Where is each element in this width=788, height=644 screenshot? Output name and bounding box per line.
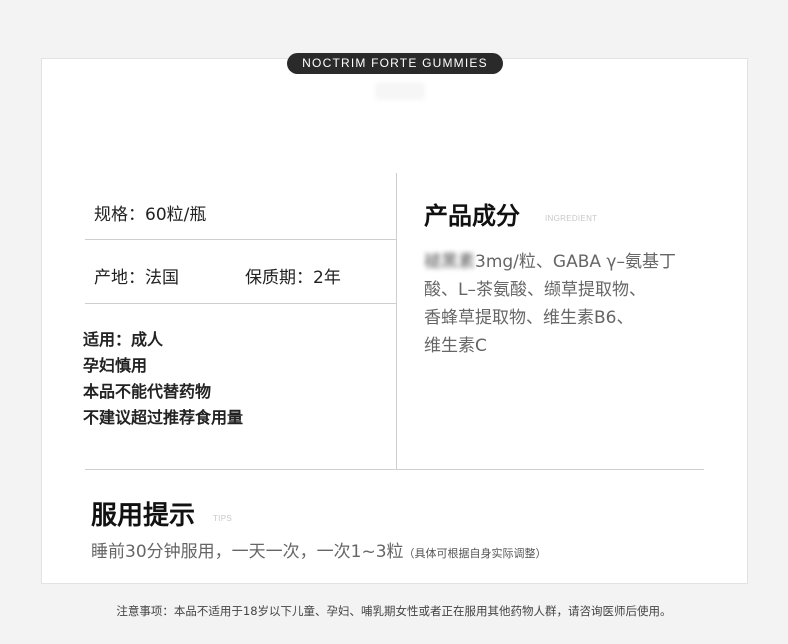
tips-title: 服用提示 <box>91 501 196 531</box>
usage-line: 本品不能代替药物 <box>83 382 212 401</box>
ingredients-subtitle: INGREDIENT <box>545 214 598 223</box>
dosage-instructions: 睡前30分钟服用，一天一次，一次1~3粒（具体可根据自身实际调整） <box>91 537 547 562</box>
usage-line: 不建议超过推荐食用量 <box>83 408 244 427</box>
usage-line: 孕妇慎用 <box>83 356 148 375</box>
ingredient-text: 3mg/粒、GABA γ–氨基丁 <box>475 252 676 272</box>
ingredient-line: 维生素C <box>424 336 487 356</box>
ingredient-line: 褪黑素3mg/粒、GABA γ–氨基丁 <box>424 247 676 272</box>
shelf-life-row: 保质期：2年 <box>245 263 341 288</box>
faded-mark <box>375 82 425 100</box>
dosage-note: （具体可根据自身实际调整） <box>403 547 547 560</box>
origin-label: 产地： <box>94 268 145 288</box>
origin-row: 产地：法国 <box>94 263 179 288</box>
tips-subtitle: TIPS <box>213 514 232 523</box>
spec-value: 60粒/瓶 <box>145 205 207 225</box>
dosage-text: 睡前30分钟服用，一天一次，一次1~3粒 <box>91 542 404 562</box>
shelf-life-value: 2年 <box>313 268 341 288</box>
ingredients-title: 产品成分 <box>424 202 520 230</box>
product-name-badge: NOCTRIM FORTE GUMMIES <box>287 53 503 74</box>
usage-line: 适用：成人 <box>83 330 164 349</box>
spec-label: 规格： <box>94 205 145 225</box>
precautions-note: 注意事项：本品不适用于18岁以下儿童、孕妇、哺乳期女性或者正在服用其他药物人群，… <box>116 604 672 618</box>
spec-divider-2 <box>85 303 396 304</box>
section-divider <box>85 469 704 470</box>
ingredient-line: 香蜂草提取物、维生素B6、 <box>424 308 634 328</box>
shelf-life-label: 保质期： <box>245 268 313 288</box>
spec-divider-1 <box>85 239 396 240</box>
column-divider <box>396 173 397 469</box>
spec-row: 规格：60粒/瓶 <box>94 200 206 225</box>
origin-value: 法国 <box>145 268 179 288</box>
ingredient-line: 酸、L–茶氨酸、缬草提取物、 <box>424 280 646 300</box>
blurred-ingredient: 褪黑素 <box>424 252 475 272</box>
